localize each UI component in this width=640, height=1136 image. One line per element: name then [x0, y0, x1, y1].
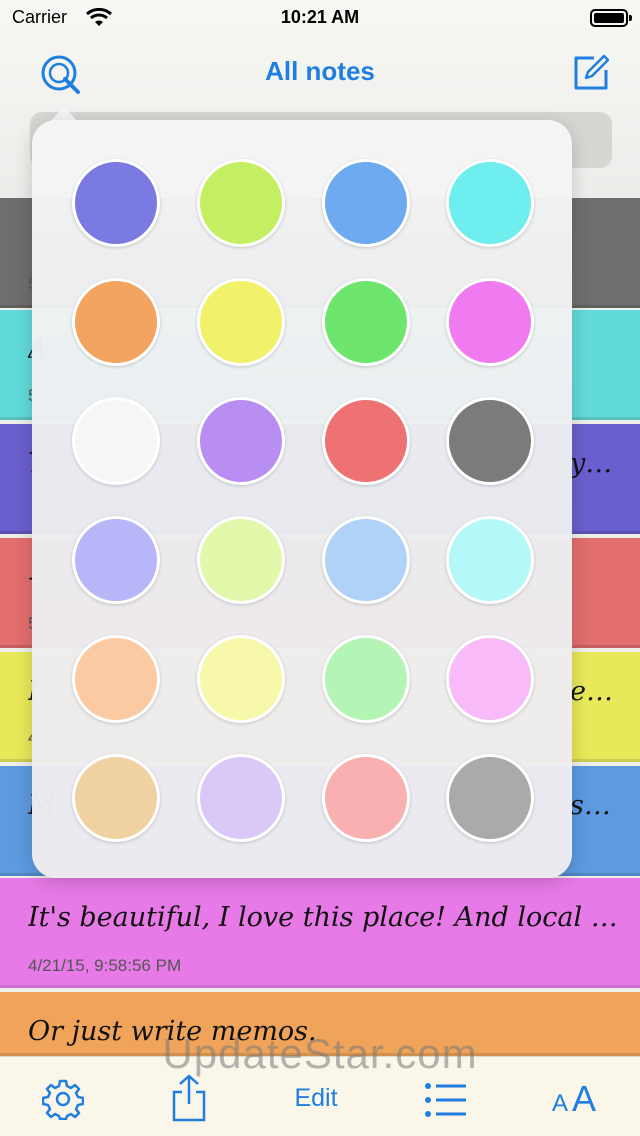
color-swatch[interactable] — [446, 397, 534, 485]
battery-icon — [590, 9, 628, 27]
status-bar: Carrier 10:21 AM — [0, 0, 640, 40]
color-swatch[interactable] — [322, 635, 410, 723]
color-swatch[interactable] — [72, 635, 160, 723]
share-icon[interactable] — [168, 1074, 210, 1122]
color-swatch[interactable] — [446, 635, 534, 723]
color-swatch[interactable] — [322, 159, 410, 247]
color-swatch[interactable] — [72, 754, 160, 842]
color-swatch[interactable] — [197, 516, 285, 604]
color-swatch[interactable] — [197, 397, 285, 485]
font-size-button[interactable]: A A — [552, 1076, 602, 1120]
note-text-tail: y… — [570, 448, 613, 479]
color-swatch[interactable] — [72, 278, 160, 366]
font-small-glyph: A — [552, 1090, 569, 1117]
color-swatch[interactable] — [446, 754, 534, 842]
note-text-tail: s… — [570, 790, 611, 821]
note-row-7[interactable]: It's beautiful, I love this place! And l… — [0, 878, 640, 988]
edit-button[interactable]: Edit — [280, 1084, 352, 1113]
color-swatch[interactable] — [446, 516, 534, 604]
color-swatch[interactable] — [197, 278, 285, 366]
search-icon[interactable] — [38, 52, 84, 98]
color-swatch[interactable] — [72, 397, 160, 485]
color-swatch[interactable] — [446, 159, 534, 247]
color-swatch[interactable] — [322, 278, 410, 366]
compose-icon[interactable] — [570, 52, 612, 94]
color-swatch[interactable] — [322, 516, 410, 604]
color-swatch[interactable] — [72, 159, 160, 247]
color-swatch[interactable] — [322, 397, 410, 485]
font-big-glyph: A — [572, 1078, 597, 1119]
gear-icon[interactable] — [42, 1078, 84, 1120]
note-date: 4/21/15, 9:58:56 PM — [28, 956, 182, 975]
page-title: All notes — [265, 56, 375, 86]
color-swatch[interactable] — [322, 754, 410, 842]
status-time: 10:21 AM — [280, 7, 360, 27]
color-swatch[interactable] — [197, 635, 285, 723]
color-swatch[interactable] — [197, 754, 285, 842]
watermark: UpdateStar.com — [162, 1030, 478, 1077]
color-swatch[interactable] — [197, 159, 285, 247]
color-swatch[interactable] — [72, 516, 160, 604]
note-text: It's beautiful, I love this place! And l… — [28, 902, 628, 933]
battery-tip — [629, 15, 632, 21]
color-swatch[interactable] — [446, 278, 534, 366]
color-palette-popover — [32, 120, 572, 878]
note-text-tail: e… — [570, 676, 613, 707]
list-icon[interactable] — [424, 1080, 468, 1120]
